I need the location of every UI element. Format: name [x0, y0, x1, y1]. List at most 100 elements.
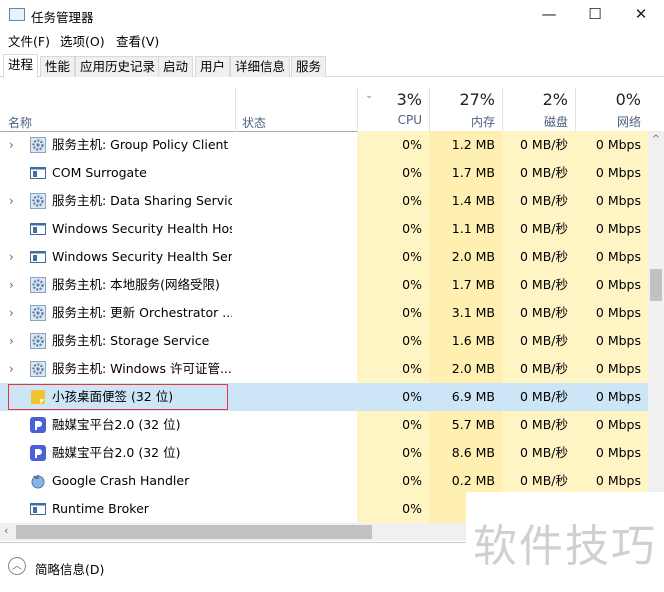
- gear-icon: [30, 277, 46, 293]
- chevron-up-icon[interactable]: ︿: [8, 557, 26, 575]
- memory-value: 3.1 MB: [429, 299, 502, 327]
- title-bar: 任务管理器 — ☐ ✕: [0, 0, 664, 30]
- process-name: 服务主机: 更新 Orchestrator ...: [52, 305, 232, 320]
- selection-highlight-box: [8, 384, 228, 410]
- col-name[interactable]: 名称: [8, 114, 32, 131]
- app-icon: [30, 417, 46, 433]
- menu-options[interactable]: 选项(O): [60, 31, 105, 50]
- col-memory[interactable]: 内存: [429, 113, 495, 130]
- expand-chevron-icon[interactable]: ›: [9, 327, 14, 355]
- process-row[interactable]: COM Surrogate 0% 1.7 MB 0 MB/秒 0 Mbps: [0, 159, 648, 187]
- process-row[interactable]: 小孩桌面便签 (32 位) 0% 6.9 MB 0 MB/秒 0 Mbps: [0, 383, 648, 411]
- network-value: 0 Mbps: [575, 327, 648, 355]
- memory-value: 5.7 MB: [429, 411, 502, 439]
- disk-value: 0 MB/秒: [502, 215, 575, 243]
- disk-value: 0 MB/秒: [520, 389, 568, 404]
- menu-file[interactable]: 文件(F): [8, 31, 50, 50]
- process-name: 服务主机: 本地服务(网络受限): [52, 277, 220, 292]
- tab-users[interactable]: 用户: [195, 56, 231, 77]
- cpu-value: 0%: [357, 215, 429, 243]
- disk-value: 0 MB/秒: [502, 187, 575, 215]
- vertical-scrollbar[interactable]: ^: [648, 131, 664, 523]
- process-row[interactable]: Windows Security Health Host 0% 1.1 MB 0 MB…: [0, 215, 648, 243]
- window-icon: [30, 165, 46, 181]
- disk-value: 0 MB/秒: [502, 159, 575, 187]
- disk-value: 0 MB/秒: [502, 411, 575, 439]
- process-name: Runtime Broker: [52, 501, 149, 516]
- cpu-value: 0%: [357, 299, 429, 327]
- memory-value: 2.0 MB: [429, 243, 502, 271]
- process-row[interactable]: › 服务主机: 更新 Orchestrator ... 0% 3.1 MB 0 MB/秒…: [0, 299, 648, 327]
- cpu-value: 0%: [357, 439, 429, 467]
- expand-chevron-icon[interactable]: ›: [9, 355, 14, 383]
- menu-view[interactable]: 查看(V): [116, 31, 159, 50]
- scroll-left-icon[interactable]: ‹: [4, 524, 8, 537]
- process-row[interactable]: › Windows Security Health Ser... 0% 2.0 MB 0…: [0, 243, 648, 271]
- cpu-value: 0%: [357, 411, 429, 439]
- network-value: 0 Mbps: [575, 187, 648, 215]
- memory-value: 1.4 MB: [429, 187, 502, 215]
- window-icon: [30, 221, 46, 237]
- cpu-value: 0%: [402, 389, 422, 404]
- memory-total: 27%: [459, 90, 495, 109]
- gear-icon: [30, 305, 46, 321]
- maximize-button[interactable]: ☐: [572, 0, 618, 30]
- close-button[interactable]: ✕: [618, 0, 664, 30]
- col-status[interactable]: 状态: [242, 114, 266, 131]
- memory-value: 6.9 MB: [451, 389, 495, 404]
- memory-value: 8.6 MB: [429, 439, 502, 467]
- process-row[interactable]: 融媒宝平台2.0 (32 位) 0% 5.7 MB 0 MB/秒 0 Mbps: [0, 411, 648, 439]
- network-value: 0 Mbps: [575, 271, 648, 299]
- window-title: 任务管理器: [31, 10, 94, 25]
- process-row[interactable]: › 服务主机: Storage Service 0% 1.6 MB 0 MB/秒 0 Mb…: [0, 327, 648, 355]
- cpu-value: 0%: [357, 467, 429, 495]
- expand-chevron-icon[interactable]: ›: [9, 243, 14, 271]
- tab-processes[interactable]: 进程: [3, 54, 39, 78]
- scroll-up-icon[interactable]: ^: [648, 131, 664, 149]
- gear-icon: [30, 333, 46, 349]
- col-disk[interactable]: 磁盘: [502, 113, 568, 130]
- cpu-value: 0%: [357, 187, 429, 215]
- process-row[interactable]: › 服务主机: Data Sharing Service 0% 1.4 MB 0 MB/…: [0, 187, 648, 215]
- tab-services[interactable]: 服务: [291, 56, 327, 77]
- window-icon: [30, 249, 46, 265]
- col-cpu[interactable]: CPU: [357, 113, 422, 127]
- network-value: 0 Mbps: [575, 299, 648, 327]
- task-manager-icon: [9, 8, 25, 21]
- process-row[interactable]: Google Crash Handler 0% 0.2 MB 0 MB/秒 0 Mbps: [0, 467, 648, 495]
- process-name: 服务主机: Data Sharing Service: [52, 193, 232, 208]
- minimize-button[interactable]: —: [526, 0, 572, 30]
- expand-chevron-icon[interactable]: ›: [9, 271, 14, 299]
- network-value: 0 Mbps: [575, 243, 648, 271]
- fewer-details-link[interactable]: 简略信息(D): [35, 559, 104, 578]
- process-row[interactable]: › 服务主机: Windows 许可证管... 0% 2.0 MB 0 MB/秒 0 Mb…: [0, 355, 648, 383]
- gear-icon: [30, 193, 46, 209]
- process-name: 融媒宝平台2.0 (32 位): [52, 417, 181, 432]
- expand-chevron-icon[interactable]: ›: [9, 187, 14, 215]
- disk-total: 2%: [542, 90, 568, 109]
- vertical-scroll-thumb[interactable]: [650, 269, 662, 301]
- network-value: 0 Mbps: [575, 131, 648, 159]
- memory-value: 1.7 MB: [429, 271, 502, 299]
- network-total: 0%: [615, 90, 641, 109]
- tab-details[interactable]: 详细信息: [230, 56, 291, 77]
- tab-performance[interactable]: 性能: [40, 56, 76, 77]
- col-network[interactable]: 网络: [575, 113, 641, 130]
- watermark-text: 软件技巧: [473, 521, 657, 572]
- tab-startup[interactable]: 启动: [158, 56, 194, 77]
- process-row[interactable]: 融媒宝平台2.0 (32 位) 0% 8.6 MB 0 MB/秒 0 Mbps: [0, 439, 648, 467]
- window-icon: [30, 501, 46, 517]
- expand-chevron-icon[interactable]: ›: [9, 299, 14, 327]
- watermark: 软件技巧: [466, 492, 664, 592]
- crash-icon: [30, 473, 46, 489]
- process-row[interactable]: › 服务主机: Group Policy Client 0% 1.2 MB 0 MB/秒…: [0, 131, 648, 159]
- process-name: Google Crash Handler: [52, 473, 190, 488]
- disk-value: 0 MB/秒: [502, 355, 575, 383]
- memory-value: 1.7 MB: [429, 159, 502, 187]
- tab-app-history[interactable]: 应用历史记录: [75, 56, 161, 77]
- expand-chevron-icon[interactable]: ›: [9, 131, 14, 159]
- process-row[interactable]: › 服务主机: 本地服务(网络受限) 0% 1.7 MB 0 MB/秒 0 Mbps: [0, 271, 648, 299]
- process-name: Windows Security Health Ser...: [52, 249, 232, 264]
- gear-icon: [30, 361, 46, 377]
- horizontal-scroll-thumb[interactable]: [16, 525, 372, 539]
